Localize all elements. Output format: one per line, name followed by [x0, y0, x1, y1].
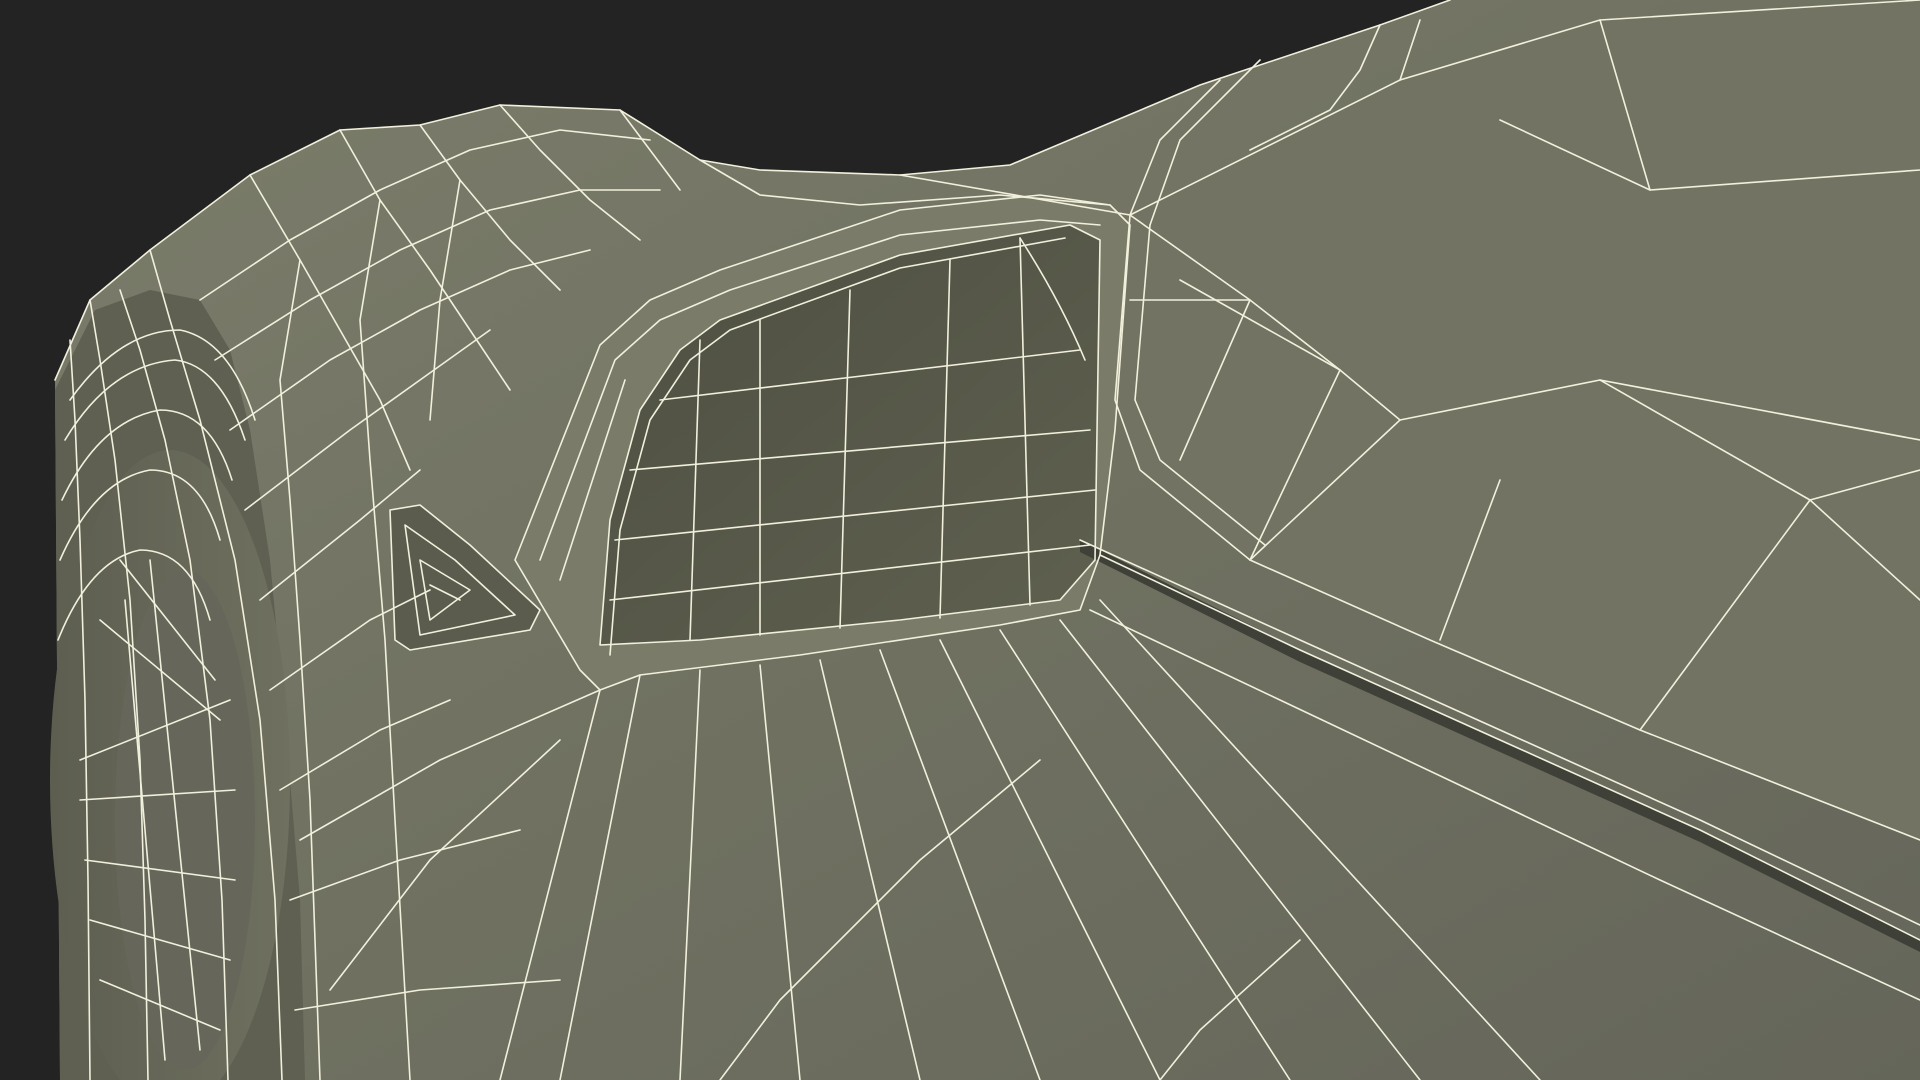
render-viewport — [0, 0, 1920, 1080]
wireframe-render — [0, 0, 1920, 1080]
